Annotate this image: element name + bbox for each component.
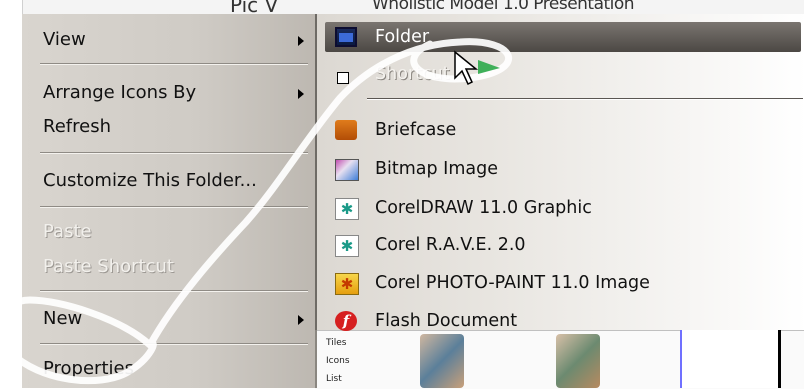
menu-item-paste-shortcut[interactable]: Paste Shortcut — [22, 252, 312, 282]
submenu-item-label: Flash Document — [375, 311, 518, 331]
submenu-item-bitmap-image[interactable]: Bitmap Image — [317, 151, 797, 187]
menu-item-label: New — [43, 308, 83, 329]
coreldraw-icon: ✱ — [335, 198, 359, 220]
submenu-item-label: CorelDRAW 11.0 Graphic — [375, 198, 592, 218]
submenu-item-label: Bitmap Image — [375, 159, 498, 179]
submenu-arrow-icon — [298, 89, 304, 99]
menu-item-refresh[interactable]: Refresh — [22, 112, 312, 142]
submenu-arrow-icon — [298, 315, 304, 325]
submenu-item-corel-rave[interactable]: ✱ Corel R.A.V.E. 2.0 — [317, 227, 797, 263]
menu-item-arrange-icons-by[interactable]: Arrange Icons By — [22, 78, 312, 108]
view-option-icons[interactable]: Icons — [326, 356, 350, 366]
new-submenu: Folder Shortcut Briefcase Bitmap Image ✱… — [315, 14, 804, 331]
shortcut-icon — [337, 72, 349, 84]
menu-item-label: Paste — [43, 221, 92, 242]
menu-item-properties[interactable]: Properties — [22, 354, 312, 384]
menu-separator — [40, 206, 308, 208]
view-option-tiles[interactable]: Tiles — [326, 338, 346, 348]
menu-item-label: Refresh — [43, 116, 111, 137]
menu-item-label: Paste Shortcut — [43, 256, 174, 277]
submenu-arrow-icon — [298, 36, 304, 46]
menu-separator — [40, 152, 308, 154]
menu-item-paste[interactable]: Paste — [22, 217, 312, 247]
file-thumbnail[interactable] — [420, 334, 464, 388]
menu-item-label: Customize This Folder... — [43, 170, 257, 191]
submenu-item-label: Folder — [375, 27, 430, 47]
submenu-item-label: Corel PHOTO-PAINT 11.0 Image — [375, 273, 650, 293]
menu-item-label: Properties — [43, 358, 134, 379]
menu-item-customize-folder[interactable]: Customize This Folder... — [22, 166, 312, 196]
submenu-item-label: Briefcase — [375, 120, 457, 140]
bitmap-image-icon — [335, 159, 359, 181]
submenu-item-shortcut[interactable]: Shortcut — [317, 56, 797, 92]
submenu-item-label: Corel R.A.V.E. 2.0 — [375, 235, 526, 255]
menu-item-label: Arrange Icons By — [43, 82, 197, 103]
corel-photopaint-icon: ✱ — [335, 273, 359, 295]
menu-separator — [40, 290, 308, 292]
file-thumbnail[interactable] — [556, 334, 600, 388]
menu-item-new[interactable]: New — [22, 304, 312, 334]
submenu-item-corel-photopaint[interactable]: ✱ Corel PHOTO-PAINT 11.0 Image — [317, 265, 797, 301]
explorer-left-edge — [0, 0, 23, 388]
menu-item-label: View — [43, 29, 86, 50]
submenu-item-coreldraw[interactable]: ✱ CorelDRAW 11.0 Graphic — [317, 190, 797, 226]
flash-document-icon: f — [335, 311, 357, 331]
folder-icon — [335, 27, 357, 47]
menu-separator — [40, 343, 308, 345]
corel-rave-icon: ✱ — [335, 235, 359, 257]
menu-item-view[interactable]: View — [22, 25, 312, 55]
background-file-name: Wholistic Model 1.0 Presentation — [372, 0, 635, 14]
submenu-item-briefcase[interactable]: Briefcase — [317, 112, 797, 148]
submenu-item-folder[interactable]: Folder — [317, 19, 797, 55]
briefcase-icon — [335, 120, 357, 140]
submenu-item-flash-document[interactable]: f Flash Document — [317, 303, 797, 339]
view-option-list[interactable]: List — [326, 374, 342, 384]
context-menu: View Arrange Icons By Refresh Customize … — [22, 14, 317, 388]
submenu-separator — [367, 98, 803, 100]
submenu-item-label: Shortcut — [375, 64, 450, 84]
menu-separator — [40, 63, 308, 65]
